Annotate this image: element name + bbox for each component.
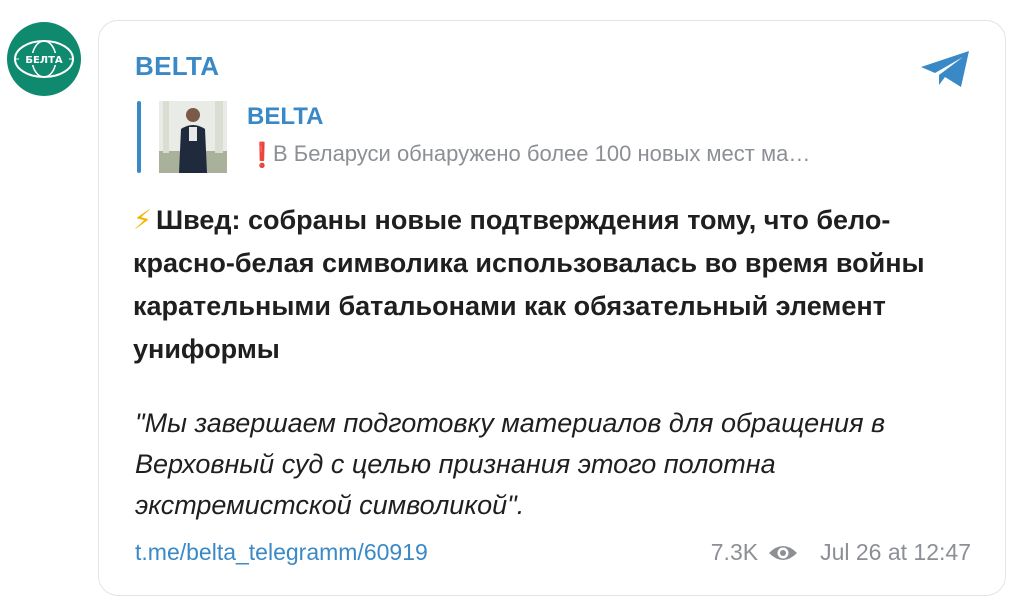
channel-avatar[interactable]: БЕЛТА bbox=[7, 22, 81, 96]
timestamp: Jul 26 at 12:47 bbox=[820, 539, 971, 565]
message-meta: 7.3K Jul 26 at 12:47 bbox=[711, 539, 971, 566]
svg-text:БЕЛТА: БЕЛТА bbox=[25, 55, 63, 66]
eye-icon bbox=[769, 545, 798, 560]
reply-preview[interactable]: BELTA ❗ В Беларуси обнаружено более 100 … bbox=[137, 101, 977, 173]
message-quote: "Мы завершаем подготовку материалов для … bbox=[135, 408, 886, 520]
view-count: 7.3K bbox=[710, 539, 759, 565]
post-link[interactable]: t.me/belta_telegramm/60919 bbox=[135, 539, 428, 566]
reply-channel-name: BELTA bbox=[247, 103, 324, 130]
headline-text: Швед: собраны новые подтверждения тому, … bbox=[133, 205, 925, 364]
channel-name[interactable]: BELTA bbox=[135, 51, 219, 82]
telegram-icon[interactable] bbox=[919, 49, 973, 89]
message-card: BELTA BELTA ❗ В Беларуси обнаружено боле… bbox=[98, 20, 1006, 596]
reply-thumbnail bbox=[159, 101, 227, 173]
belta-logo-icon: БЕЛТА bbox=[14, 40, 74, 78]
reply-text: В Беларуси обнаружено более 100 новых ме… bbox=[273, 141, 811, 166]
message-headline: ⚡ Швед: собраны новые подтверждения тому,… bbox=[133, 199, 953, 371]
reply-bar bbox=[137, 101, 141, 173]
lightning-icon: ⚡ bbox=[133, 205, 152, 235]
